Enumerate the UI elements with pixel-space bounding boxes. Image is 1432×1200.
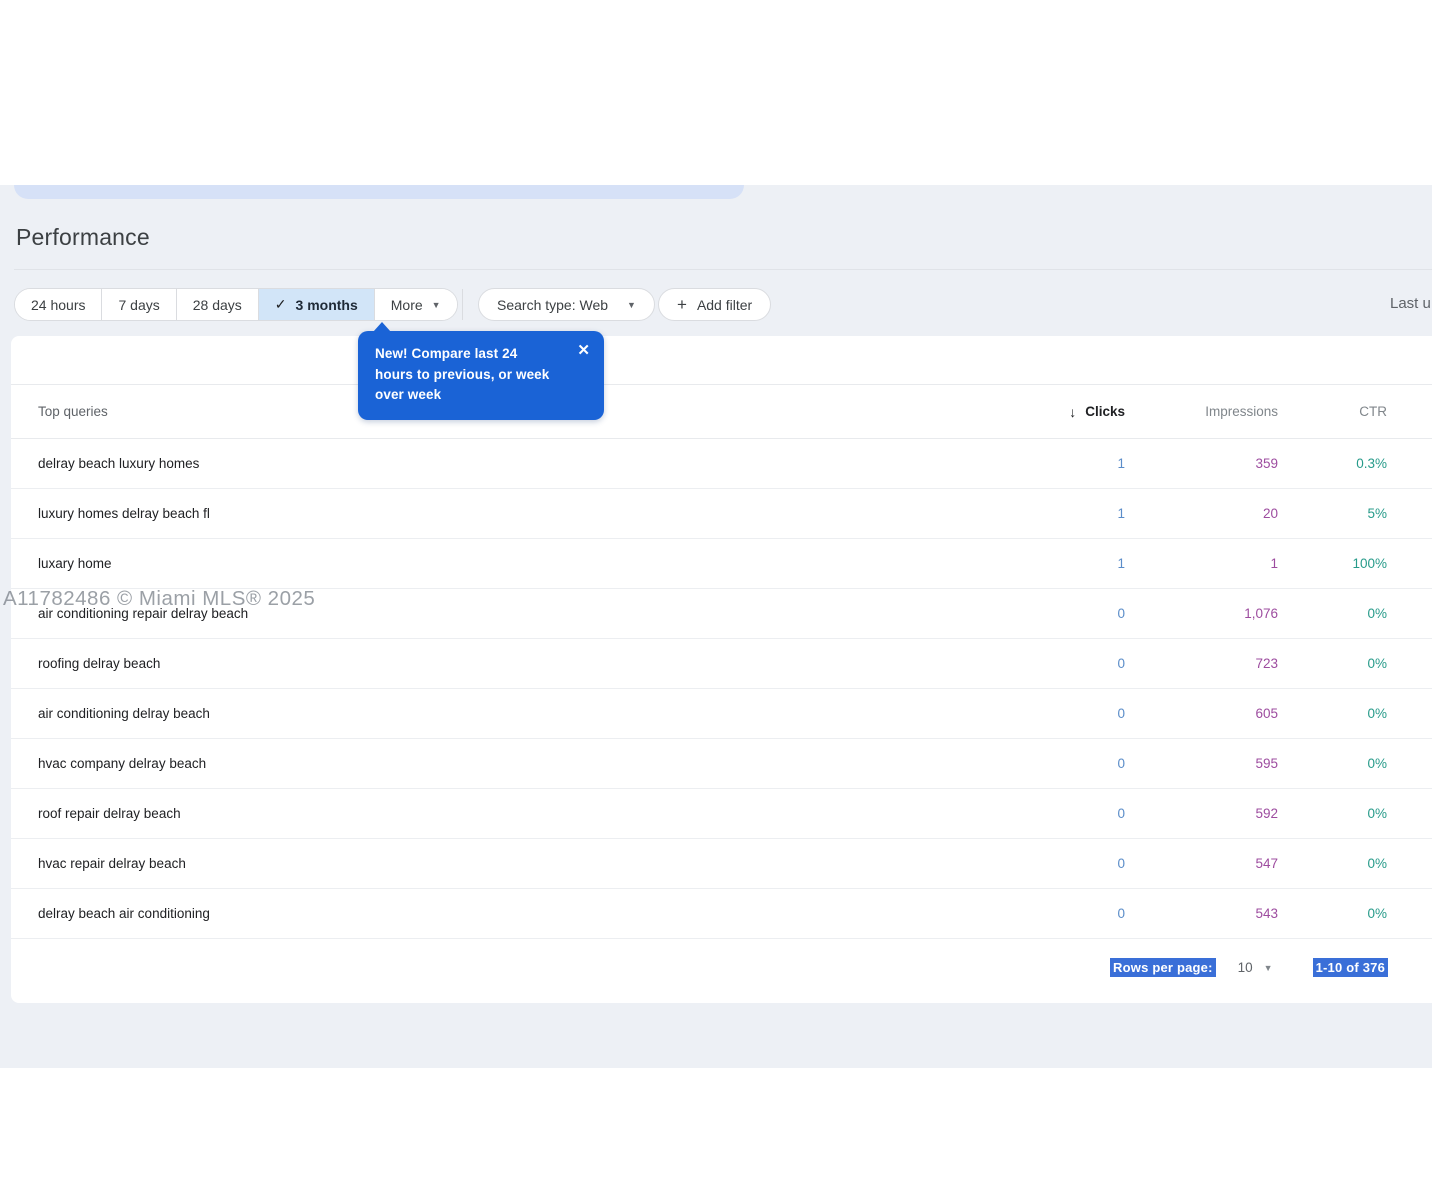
table-row[interactable]: air conditioning delray beach 0 605 0% [11,689,1432,739]
last-updated-label: Last u [1390,295,1431,312]
ctr-cell: 100% [1352,539,1387,588]
ctr-cell: 0% [1367,589,1387,638]
search-type-label: Search type: Web [497,297,608,313]
tooltip-arrow [373,322,391,332]
table-footer: Rows per page: 10 ▼ 1-10 of 376 [11,939,1432,996]
table-row[interactable]: hvac company delray beach 0 595 0% [11,739,1432,789]
date-range-group: 24 hours 7 days 28 days ✓ 3 months More … [14,288,458,321]
tooltip-text: New! Compare last 24 hours to previous, … [375,344,559,406]
query-cell[interactable]: roof repair delray beach [11,806,181,821]
clicks-header-label: Clicks [1085,404,1125,419]
check-icon: ✓ [275,296,287,313]
table-row[interactable]: luxury homes delray beach fl 1 20 5% [11,489,1432,539]
chevron-down-icon: ▼ [432,300,441,310]
query-cell[interactable]: roofing delray beach [11,656,160,671]
impressions-cell: 723 [1255,639,1278,688]
range-more-button[interactable]: More ▼ [375,289,457,320]
table-row[interactable]: hvac repair delray beach 0 547 0% [11,839,1432,889]
impressions-cell: 605 [1255,689,1278,738]
column-header-clicks[interactable]: ↓ Clicks [1069,385,1125,438]
plus-icon: + [677,295,687,315]
table-body: delray beach luxury homes 1 359 0.3% lux… [11,439,1432,939]
impressions-cell: 20 [1263,489,1278,538]
table-tabs-strip [11,336,1432,385]
query-cell[interactable]: hvac repair delray beach [11,856,186,871]
impressions-cell: 592 [1255,789,1278,838]
query-cell[interactable]: air conditioning delray beach [11,706,210,721]
range-label: More [391,297,423,313]
pagination-range: 1-10 of 376 [1313,958,1388,977]
range-label: 28 days [193,297,242,313]
clicks-cell: 0 [1117,739,1125,788]
column-header-ctr[interactable]: CTR [1359,385,1387,438]
ctr-cell: 0% [1367,739,1387,788]
ctr-cell: 5% [1367,489,1387,538]
ctr-cell: 0% [1367,689,1387,738]
range-28-days-button[interactable]: 28 days [177,289,259,320]
add-filter-button[interactable]: + Add filter [658,288,771,321]
add-filter-label: Add filter [697,297,752,313]
page-title: Performance [16,224,150,251]
impressions-cell: 595 [1255,739,1278,788]
range-label: 24 hours [31,297,85,313]
range-label: 7 days [118,297,159,313]
table-header-row: Top queries ↓ Clicks Impressions CTR [11,385,1432,439]
search-type-button[interactable]: Search type: Web ▼ [478,288,655,321]
impressions-cell: 1 [1270,539,1278,588]
column-header-top-queries[interactable]: Top queries [11,404,108,419]
clicks-cell: 0 [1117,589,1125,638]
ctr-cell: 0% [1367,889,1387,938]
new-feature-tooltip: New! Compare last 24 hours to previous, … [358,331,604,420]
ctr-cell: 0% [1367,839,1387,888]
clicks-cell: 0 [1117,889,1125,938]
clicks-cell: 1 [1117,439,1125,488]
searchbar-remnant [14,185,744,199]
table-row[interactable]: roof repair delray beach 0 592 0% [11,789,1432,839]
ctr-cell: 0.3% [1356,439,1387,488]
clicks-cell: 0 [1117,689,1125,738]
performance-page: Performance 24 hours 7 days 28 days ✓ 3 … [0,0,1432,1200]
clicks-cell: 0 [1117,639,1125,688]
rows-per-page-label: Rows per page: [1110,958,1216,977]
filter-bar: 24 hours 7 days 28 days ✓ 3 months More … [0,288,1432,321]
query-cell[interactable]: hvac company delray beach [11,756,206,771]
close-icon[interactable]: ✕ [577,343,590,358]
impressions-cell: 547 [1255,839,1278,888]
chevron-down-icon: ▼ [627,300,636,310]
impressions-cell: 359 [1255,439,1278,488]
range-7-days-button[interactable]: 7 days [102,289,176,320]
title-divider [14,269,1432,270]
query-cell[interactable]: delray beach air conditioning [11,906,210,921]
table-row[interactable]: delray beach luxury homes 1 359 0.3% [11,439,1432,489]
clicks-cell: 1 [1117,489,1125,538]
rows-per-page-value[interactable]: 10 [1238,960,1253,975]
clicks-cell: 0 [1117,839,1125,888]
impressions-cell: 543 [1255,889,1278,938]
table-row[interactable]: luxary home 1 1 100% [11,539,1432,589]
watermark-text: A11782486 © Miami MLS® 2025 [3,587,315,611]
ctr-cell: 0% [1367,639,1387,688]
range-3-months-button[interactable]: ✓ 3 months [259,289,375,320]
query-cell[interactable]: delray beach luxury homes [11,456,199,471]
table-row[interactable]: delray beach air conditioning 0 543 0% [11,889,1432,939]
table-row[interactable]: roofing delray beach 0 723 0% [11,639,1432,689]
clicks-cell: 1 [1117,539,1125,588]
rows-per-page-dropdown-icon[interactable]: ▼ [1264,963,1273,973]
query-cell[interactable]: luxury homes delray beach fl [11,506,210,521]
filter-divider [462,289,463,320]
column-header-impressions[interactable]: Impressions [1205,385,1278,438]
clicks-cell: 0 [1117,789,1125,838]
range-24-hours-button[interactable]: 24 hours [15,289,102,320]
sort-descending-icon: ↓ [1069,404,1076,420]
queries-table-card: Top queries ↓ Clicks Impressions CTR del… [11,336,1432,1003]
impressions-cell: 1,076 [1244,589,1278,638]
range-label: 3 months [296,297,358,313]
query-cell[interactable]: luxary home [11,556,112,571]
ctr-cell: 0% [1367,789,1387,838]
